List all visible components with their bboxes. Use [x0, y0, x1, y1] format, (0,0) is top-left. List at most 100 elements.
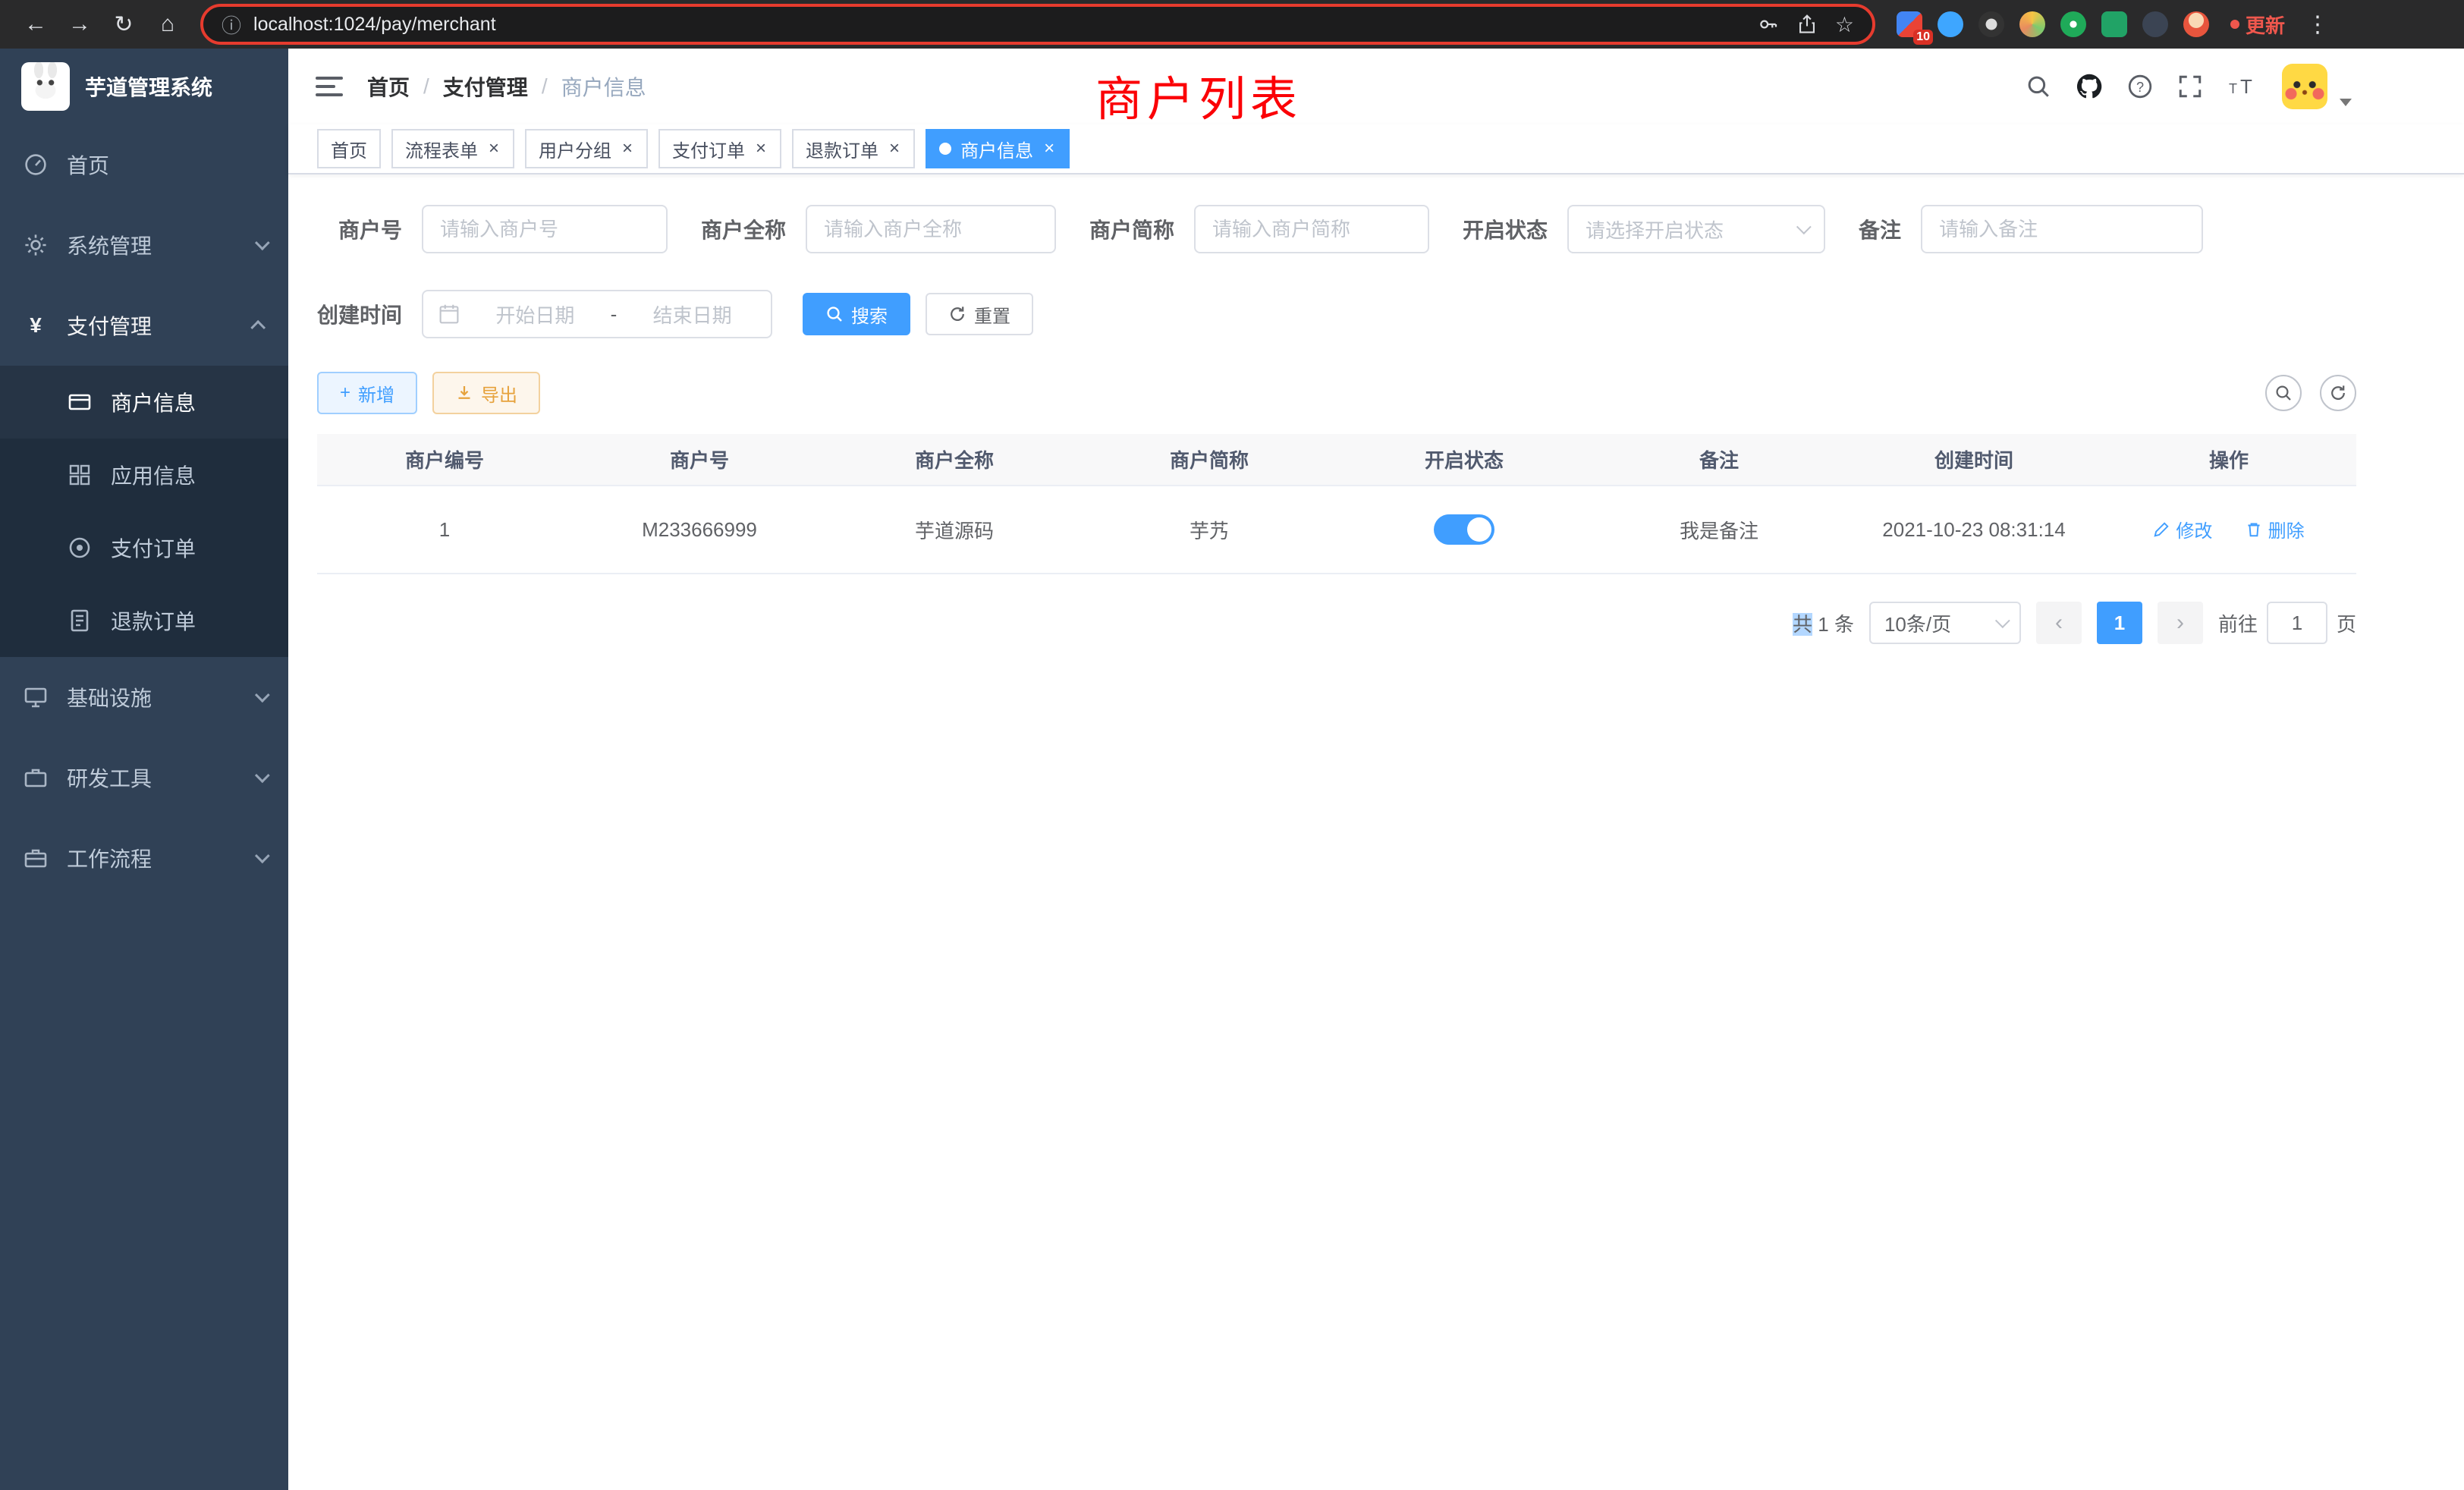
- chevron-down-icon: [255, 235, 270, 250]
- delete-button[interactable]: 删除: [2246, 516, 2305, 542]
- prev-page-button[interactable]: ‹: [2036, 602, 2082, 644]
- sidebar-item-dev-tools[interactable]: 研发工具: [0, 737, 288, 818]
- tab-home[interactable]: 首页: [317, 129, 381, 168]
- search-button-label: 搜索: [851, 301, 888, 328]
- total-suffix: 条: [1834, 613, 1854, 636]
- toolbar: + 新增 导出: [317, 372, 2356, 414]
- export-button-label: 导出: [481, 380, 517, 407]
- chevron-down-icon: [255, 768, 270, 783]
- tab-process-form[interactable]: 流程表单 ×: [391, 129, 514, 168]
- logo-row[interactable]: 芋道管理系统: [0, 49, 288, 124]
- extension-icon-3[interactable]: [1978, 11, 2004, 37]
- short-name-input[interactable]: [1194, 205, 1429, 253]
- url-bar[interactable]: ⓘ localhost:1024/pay/merchant ☆: [200, 4, 1875, 45]
- sidebar-item-label: 首页: [67, 149, 109, 180]
- sidebar-item-merchant-info[interactable]: 商户信息: [0, 366, 288, 439]
- extension-icon-1[interactable]: 10: [1897, 11, 1922, 37]
- sidebar-toggle-icon[interactable]: [316, 77, 343, 96]
- page-number-button[interactable]: 1: [2097, 602, 2142, 644]
- browser-home-icon[interactable]: ⌂: [147, 4, 188, 45]
- pagination-goto: 前往 页: [2218, 602, 2356, 644]
- goto-page-input[interactable]: [2267, 602, 2327, 644]
- search-button[interactable]: 搜索: [803, 293, 910, 335]
- search-icon[interactable]: [2026, 74, 2051, 99]
- tab-refund-order[interactable]: 退款订单 ×: [792, 129, 915, 168]
- browser-menu-icon[interactable]: ⋮: [2300, 11, 2335, 38]
- password-key-icon[interactable]: [1758, 14, 1779, 35]
- tab-close-icon[interactable]: ×: [888, 138, 901, 159]
- sidebar-item-pay-order[interactable]: 支付订单: [0, 511, 288, 584]
- page-size-select[interactable]: 10条/页: [1869, 602, 2021, 644]
- table-row: 1 M233666999 芋道源码 芋艿 我是备注 2021-10-23 08:…: [317, 486, 2356, 574]
- sidebar-item-app-info[interactable]: 应用信息: [0, 439, 288, 511]
- col-short-name: 商户简称: [1082, 434, 1337, 486]
- tab-pay-order[interactable]: 支付订单 ×: [658, 129, 781, 168]
- breadcrumb-home[interactable]: 首页: [367, 71, 410, 102]
- chevron-up-icon: [250, 320, 266, 335]
- breadcrumb-current: 商户信息: [561, 71, 646, 102]
- tab-merchant-info[interactable]: 商户信息 ×: [926, 129, 1070, 168]
- filter-label: 商户全称: [701, 214, 786, 244]
- gear-icon: [23, 233, 49, 257]
- svg-text:?: ?: [2136, 80, 2144, 95]
- briefcase-icon: [23, 765, 49, 790]
- sidebar-item-refund-order[interactable]: 退款订单: [0, 584, 288, 657]
- sidebar-item-workflow[interactable]: 工作流程: [0, 818, 288, 898]
- cell-short-name: 芋艿: [1082, 486, 1337, 574]
- fullscreen-icon[interactable]: [2177, 74, 2203, 99]
- sidebar-item-system[interactable]: 系统管理: [0, 205, 288, 285]
- extension-icon-6[interactable]: [2101, 11, 2127, 37]
- help-icon[interactable]: ?: [2127, 74, 2153, 99]
- tab-close-icon[interactable]: ×: [1042, 138, 1056, 159]
- sidebar-item-label: 应用信息: [111, 460, 196, 490]
- export-button[interactable]: 导出: [432, 372, 540, 414]
- sidebar-item-payment[interactable]: ¥ 支付管理: [0, 285, 288, 366]
- reset-button[interactable]: 重置: [926, 293, 1033, 335]
- extension-icon-7[interactable]: [2142, 11, 2168, 37]
- merchant-no-input[interactable]: [422, 205, 668, 253]
- target-icon: [67, 536, 93, 560]
- chevron-down-icon: [1995, 613, 2010, 628]
- sidebar-item-infrastructure[interactable]: 基础设施: [0, 657, 288, 737]
- browser-refresh-icon[interactable]: ↻: [103, 4, 144, 45]
- merchant-name-input[interactable]: [806, 205, 1056, 253]
- edit-button[interactable]: 修改: [2153, 516, 2212, 542]
- tab-label: 用户分组: [539, 136, 611, 162]
- pagination-total: 共 1 条: [1793, 609, 1854, 637]
- browser-update-button[interactable]: 更新: [2230, 11, 2285, 39]
- browser-back-icon[interactable]: ←: [15, 4, 56, 45]
- browser-forward-icon[interactable]: →: [59, 4, 100, 45]
- hide-search-icon[interactable]: [2265, 375, 2302, 411]
- extension-icon-4[interactable]: [2019, 11, 2045, 37]
- add-button[interactable]: + 新增: [317, 372, 417, 414]
- breadcrumb-payment[interactable]: 支付管理: [443, 71, 528, 102]
- refresh-table-icon[interactable]: [2320, 375, 2356, 411]
- remark-input[interactable]: [1921, 205, 2203, 253]
- avatar-chevron-down-icon[interactable]: [2340, 99, 2352, 106]
- sidebar-item-home[interactable]: 首页: [0, 124, 288, 205]
- tab-user-group[interactable]: 用户分组 ×: [525, 129, 648, 168]
- svg-text:T: T: [2229, 81, 2237, 96]
- table-header-row: 商户编号 商户号 商户全称 商户简称 开启状态 备注 创建时间 操作: [317, 434, 2356, 486]
- filter-label: 备注: [1859, 214, 1901, 244]
- reset-button-label: 重置: [974, 301, 1010, 328]
- create-time-range-picker[interactable]: 开始日期 - 结束日期: [422, 290, 772, 338]
- avatar[interactable]: [2282, 64, 2327, 109]
- tab-close-icon[interactable]: ×: [487, 138, 501, 159]
- tab-close-icon[interactable]: ×: [621, 138, 634, 159]
- status-toggle[interactable]: [1434, 514, 1494, 545]
- browser-chrome: ← → ↻ ⌂ ⓘ localhost:1024/pay/merchant ☆ …: [0, 0, 2464, 49]
- extension-icon-2[interactable]: [1938, 11, 1963, 37]
- extension-icon-5[interactable]: [2060, 11, 2086, 37]
- site-info-icon[interactable]: ⓘ: [222, 11, 241, 39]
- next-page-button[interactable]: ›: [2158, 602, 2203, 644]
- tab-close-icon[interactable]: ×: [754, 138, 768, 159]
- github-icon[interactable]: [2076, 73, 2103, 100]
- font-size-icon[interactable]: TT: [2227, 74, 2258, 99]
- extension-badge: 10: [1913, 30, 1933, 45]
- share-icon[interactable]: [1797, 14, 1817, 35]
- status-select[interactable]: 请选择开启状态: [1567, 205, 1825, 253]
- extension-icon-8[interactable]: [2183, 11, 2209, 37]
- bookmark-star-icon[interactable]: ☆: [1835, 12, 1854, 37]
- grid-icon: [67, 463, 93, 487]
